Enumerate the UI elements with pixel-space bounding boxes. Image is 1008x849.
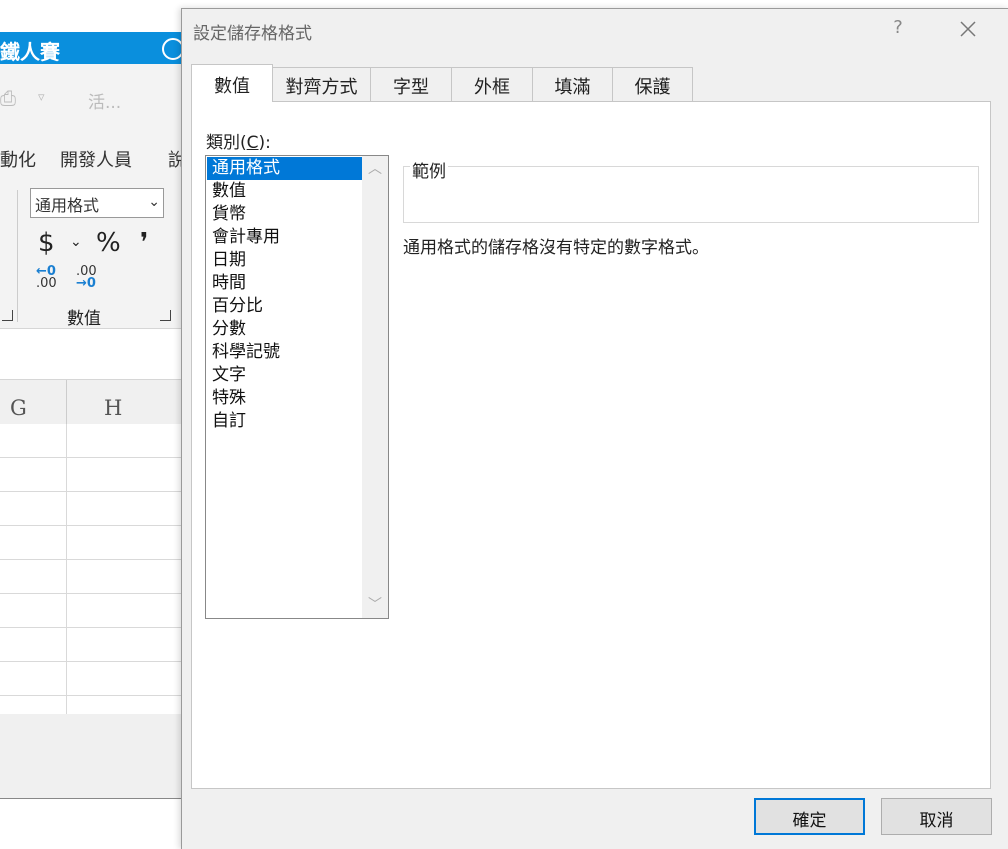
number-dialog-launcher-icon[interactable]: [160, 310, 171, 321]
number-tab-page: 類別(C): 通用格式 數值 貨幣 會計專用 日期 時間 百分比 分數 科學記號 文字 特殊 自訂 ︿…: [191, 101, 991, 789]
category-scrollbar[interactable]: ︿ ﹀: [362, 156, 388, 618]
excel-title-text: 鐵人賽: [0, 40, 60, 64]
formula-bar[interactable]: [0, 329, 190, 380]
category-listbox[interactable]: 通用格式 數值 貨幣 會計專用 日期 時間 百分比 分數 科學記號 文字 特殊 自訂 ︿ ﹀: [205, 155, 389, 619]
category-list: 通用格式 數值 貨幣 會計專用 日期 時間 百分比 分數 科學記號 文字 特殊 自訂: [207, 157, 362, 433]
worksheet-grid[interactable]: [0, 424, 190, 714]
sheet-tabs-area: [0, 714, 190, 799]
number-group-label: 數值: [67, 309, 101, 329]
tab-border[interactable]: 外框: [451, 67, 533, 101]
number-format-value: 通用格式: [35, 196, 100, 215]
percent-style-icon[interactable]: %: [96, 228, 121, 258]
tab-number[interactable]: 數值: [191, 64, 273, 102]
scroll-up-icon[interactable]: ︿: [362, 158, 388, 182]
list-item[interactable]: 日期: [207, 249, 362, 272]
list-item[interactable]: 數值: [207, 180, 362, 203]
category-label: 類別(C):: [206, 133, 271, 153]
grid-row-line: [0, 457, 190, 458]
grid-row-line: [0, 559, 190, 560]
sample-label: 範例: [410, 157, 448, 182]
ribbon-tabs: 動化 開發人員 說: [0, 134, 190, 180]
close-icon: [960, 21, 976, 37]
grid-column-line: [66, 424, 67, 714]
column-header-g[interactable]: G: [10, 396, 27, 420]
ribbon-number-group: 通用格式 ⌄ $ ⌄ % ❜ ←0 .00 .00 →0 數值: [0, 180, 190, 329]
comma-style-icon[interactable]: ❜: [140, 228, 148, 258]
list-item[interactable]: 自訂: [207, 410, 362, 433]
list-item[interactable]: 通用格式: [207, 157, 362, 180]
grid-row-line: [0, 627, 190, 628]
qat-search-hint[interactable]: 活...: [88, 88, 121, 113]
format-cells-dialog: 設定儲存格格式 ? 數值 對齊方式 字型 外框 填滿 保護 類別(C): 通用格…: [181, 8, 1008, 849]
grid-row-line: [0, 491, 190, 492]
dialog-launcher-icon[interactable]: [2, 310, 13, 321]
format-description: 通用格式的儲存格沒有特定的數字格式。: [403, 238, 709, 258]
tab-font[interactable]: 字型: [370, 67, 452, 101]
grid-row-line: [0, 525, 190, 526]
chevron-down-icon: ⌄: [148, 194, 160, 210]
list-item[interactable]: 百分比: [207, 295, 362, 318]
column-divider: [66, 380, 67, 424]
excel-window: 鐵人賽 ⎙ ▿ 活... 動化 開發人員 說 通用格式 ⌄ $ ⌄ % ❜ ←0…: [0, 0, 190, 848]
list-item[interactable]: 時間: [207, 272, 362, 295]
sample-box: [403, 166, 979, 223]
ribbon-tab-developer[interactable]: 開發人員: [60, 146, 132, 172]
number-format-select[interactable]: 通用格式 ⌄: [30, 188, 164, 218]
help-button[interactable]: ?: [886, 17, 910, 43]
ribbon-tab-automate[interactable]: 動化: [0, 146, 36, 172]
tab-protection[interactable]: 保護: [612, 67, 693, 101]
increase-decimal-icon[interactable]: ←0 .00: [36, 265, 57, 290]
column-headers: G H: [0, 380, 190, 425]
list-item[interactable]: 科學記號: [207, 341, 362, 364]
dialog-tabs: 數值 對齊方式 字型 外框 填滿 保護: [191, 64, 1001, 102]
list-item[interactable]: 特殊: [207, 387, 362, 410]
quick-access-toolbar: ⎙ ▿ 活...: [0, 64, 190, 134]
list-item[interactable]: 分數: [207, 318, 362, 341]
ok-button[interactable]: 確定: [754, 798, 865, 835]
list-item[interactable]: 文字: [207, 364, 362, 387]
decrease-decimal-icon[interactable]: .00 →0: [76, 265, 97, 290]
grid-row-line: [0, 661, 190, 662]
list-item[interactable]: 會計專用: [207, 226, 362, 249]
qat-customize-icon[interactable]: ▿: [38, 90, 45, 105]
scroll-down-icon[interactable]: ﹀: [362, 594, 388, 618]
cancel-button[interactable]: 取消: [881, 798, 992, 835]
close-button[interactable]: [952, 13, 984, 45]
currency-dropdown-icon[interactable]: ⌄: [70, 234, 82, 250]
column-header-h[interactable]: H: [104, 396, 122, 420]
currency-format-icon[interactable]: $: [38, 228, 55, 258]
print-icon[interactable]: ⎙: [0, 86, 16, 110]
tab-fill[interactable]: 填滿: [532, 67, 613, 101]
group-divider: [17, 190, 18, 322]
list-item[interactable]: 貨幣: [207, 203, 362, 226]
tab-alignment[interactable]: 對齊方式: [272, 67, 371, 101]
excel-title-bar: 鐵人賽: [0, 32, 190, 64]
grid-row-line: [0, 593, 190, 594]
grid-row-line: [0, 695, 190, 696]
dialog-title: 設定儲存格格式: [193, 24, 312, 44]
